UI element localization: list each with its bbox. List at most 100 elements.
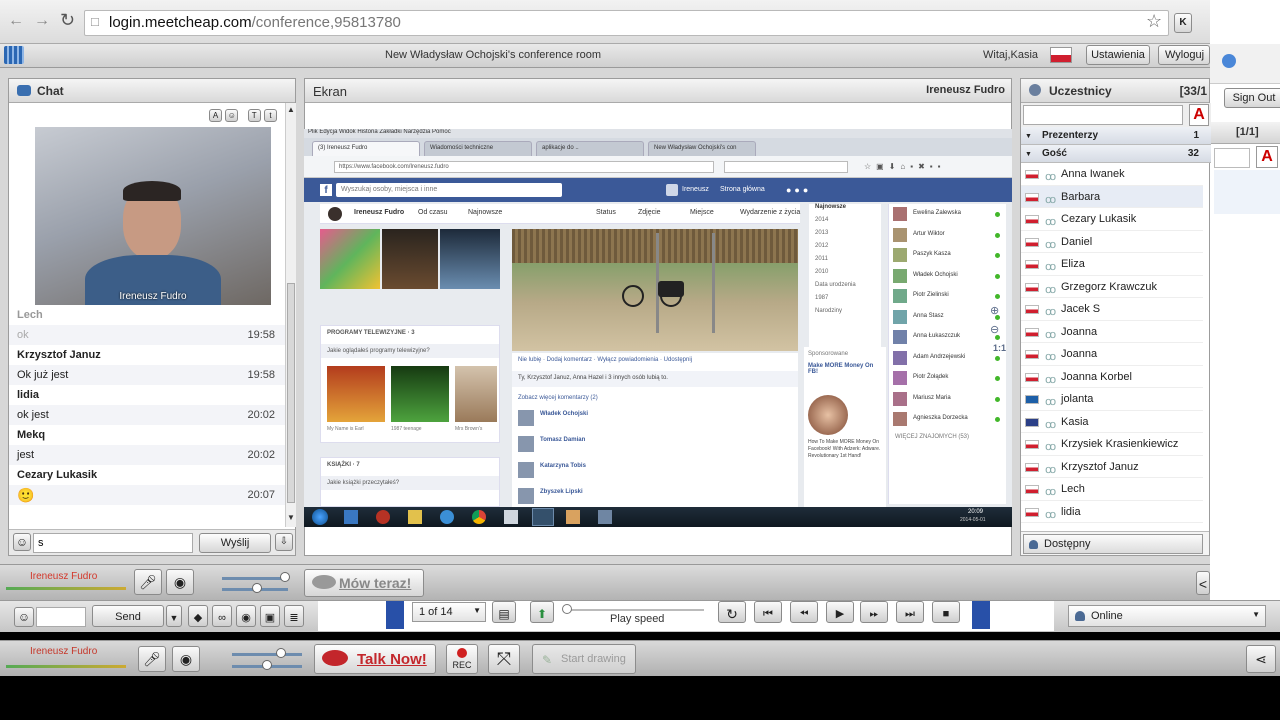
participant-row[interactable]: ꝏ Eliza [1021,253,1203,276]
settings-button[interactable]: Ustawienia [1086,45,1150,65]
webcam-icon[interactable]: ◉ [172,646,200,672]
zoom-reset-icon[interactable]: 1:1 [993,343,1006,353]
fullscreen-icon[interactable]: ⤧ [488,644,520,674]
outer-mic-thumb[interactable] [262,660,272,670]
chat-message: ok jest 20:02 [9,405,285,425]
outer-toolbar-1: ☺ Send ▼ ◆ ∞ ◉ ▣ ≣ 1 of 14 ▼ ▤ ⬆ Play spe… [0,600,1280,632]
participant-row[interactable]: ꝏ Grzegorz Krawczuk [1021,276,1203,298]
outer-send-button[interactable]: Send [92,605,164,627]
emoticon-icon[interactable]: ☺ [225,109,239,122]
logout-button[interactable]: Wyloguj s [1158,45,1210,65]
reload-icon[interactable]: ↻ [60,10,75,31]
participants-count: [33/1 [1179,84,1207,98]
account-icon[interactable] [1222,54,1236,68]
chevron-down-icon[interactable]: ▼ [166,605,182,627]
eye-icon[interactable]: ◉ [236,605,256,627]
page-select[interactable]: 1 of 14 ▼ [412,602,486,622]
zoom-in-icon[interactable]: ⊕ [990,304,999,317]
group-guests[interactable]: ▼ Gość 32 [1021,145,1211,163]
collapse-icon[interactable]: ▼ [1025,151,1032,158]
record-button[interactable]: REC [446,644,478,674]
participant-row[interactable]: ꝏ Daniel [1021,231,1203,253]
friends-sidebar: Ewelina Zalewska Artur Wiktor Paszyk Kasza… [888,204,1006,504]
play-speed-slider[interactable] [564,609,704,611]
outer-text-field[interactable] [1214,148,1250,168]
bookmark-star-icon[interactable]: ☆ [1146,11,1162,32]
text-format-icon[interactable]: A [1189,104,1209,126]
language-flag-icon[interactable] [1050,47,1072,63]
participant-row[interactable]: ꝏ jolanta [1021,388,1203,411]
send-button[interactable]: Wyślij [199,533,271,553]
extension-icon[interactable]: K [1174,13,1192,33]
attach-icon[interactable]: ⇩ [275,533,293,551]
text-format-icon[interactable]: A [1256,146,1278,168]
slides-icon[interactable]: ▤ [492,601,516,623]
participant-row[interactable]: ꝏ lidia [1021,501,1203,523]
microphone-icon[interactable]: 🎤︎ [134,569,162,595]
scroll-up-icon[interactable]: ▲ [287,105,295,114]
play-speed-thumb[interactable] [562,604,572,614]
upload-icon[interactable]: ⬆ [530,601,554,623]
scroll-down-icon[interactable]: ▼ [287,513,295,522]
microphone-icon[interactable]: 🎤︎ [138,646,166,672]
participant-row[interactable]: ꝏ Joanna [1021,321,1203,343]
participant-row[interactable]: ꝏ Krzysiek Krasienkiewicz [1021,433,1203,456]
participant-row[interactable]: ꝏ Joanna Korbel [1021,366,1203,388]
font-color-icon[interactable]: A [209,109,222,122]
emoji-picker-icon[interactable]: ☺ [13,533,31,551]
refresh-icon[interactable]: ↻ [718,601,746,623]
list-icon[interactable]: ≣ [284,605,304,627]
taskbar-app-firefox [532,508,554,526]
participant-row[interactable]: ꝏ Anna Iwanek [1021,163,1203,186]
fast-forward-icon[interactable]: ⏩︎ [860,601,888,623]
first-slide-icon[interactable]: ⏮︎ [754,601,782,623]
participant-row[interactable]: ꝏ Barbara [1021,185,1203,208]
volume-slider-thumb[interactable] [280,572,290,582]
collapse-icon[interactable]: ▼ [1025,133,1032,140]
screen-title: Ekran [313,84,347,99]
chat-scrollbar[interactable]: ▲ ▼ [285,103,296,527]
back-icon[interactable]: ← [8,12,24,30]
address-bar[interactable]: □ login.meetcheap.com/conference,9581378… [84,10,1169,36]
emoji-picker-icon[interactable]: ☺ [14,607,34,627]
chat-input[interactable] [33,533,193,553]
friend-avatar [893,268,907,283]
play-icon[interactable]: ▶ [826,601,854,623]
shared-screen[interactable]: Plik Edycja Widok Historia Zakładki Narz… [304,129,1012,527]
forward-icon[interactable]: → [34,12,50,30]
post-actions: Nie lubię · Dodaj komentarz · Wyłącz pow… [518,357,693,363]
taskbar-app-6 [504,510,518,524]
share-icon[interactable]: < [1196,571,1210,595]
rewind-icon[interactable]: ⏪︎ [790,601,818,623]
tag-icon[interactable]: ◆ [188,605,208,627]
sign-out-button[interactable]: Sign Out [1224,88,1280,108]
link-icon[interactable]: ∞ [212,605,232,627]
font-larger-icon[interactable]: T [247,109,261,122]
participant-row[interactable]: ꝏ Kasia [1021,411,1203,433]
group-presenters[interactable]: ▼ Prezenterzy 1 [1021,127,1211,145]
outer-status-select[interactable]: Online ▼ [1068,605,1266,627]
font-smaller-icon[interactable]: t [264,109,278,122]
outer-volume-slider[interactable] [232,653,302,656]
zoom-out-icon[interactable]: ⊖ [990,323,999,336]
volume-slider[interactable] [222,577,288,580]
participant-row[interactable]: ꝏ Lech [1021,478,1203,501]
webcam-icon[interactable]: ◉ [166,569,194,595]
online-dot-icon [995,253,1000,258]
share-icon[interactable]: ⋖ [1246,645,1276,673]
lock-icon[interactable]: ▣ [260,605,280,627]
participant-row[interactable]: ꝏ Jacek S [1021,298,1203,321]
outer-chat-input[interactable] [36,607,86,627]
chat-scroll-thumb[interactable] [287,283,295,503]
participants-search[interactable] [1023,105,1183,125]
outer-volume-thumb[interactable] [276,648,286,658]
participant-row[interactable]: ꝏ Cezary Lukasik [1021,208,1203,231]
chat-message: jest 20:02 [9,445,285,465]
status-select[interactable]: Dostępny [1023,534,1203,554]
last-slide-icon[interactable]: ⏭︎ [896,601,924,623]
participant-row[interactable]: ꝏ Krzysztof Januz [1021,456,1203,478]
mic-slider-thumb[interactable] [252,583,262,593]
participant-row[interactable]: ꝏ Joanna [1021,343,1203,366]
stop-icon[interactable]: ■ [932,601,960,623]
chat-message-text: jest [17,449,35,461]
